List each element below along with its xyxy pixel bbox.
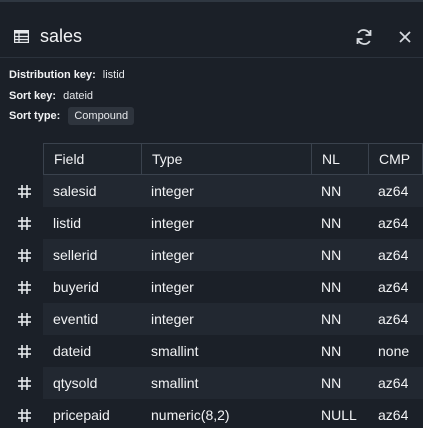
distribution-key: Distribution key: listid: [9, 69, 125, 81]
cell-type: smallint: [151, 343, 199, 359]
cell-field: dateid: [53, 343, 92, 359]
table-row[interactable]: sellerid integer NN az64: [0, 239, 423, 271]
column-header-nl[interactable]: NL: [311, 143, 368, 175]
row-cells: salesid integer NN az64: [43, 175, 423, 207]
cell-type: integer: [151, 311, 194, 327]
table-row[interactable]: salesid integer NN az64: [0, 175, 423, 207]
panel-header: sales: [0, 2, 423, 58]
cell-field: pricepaid: [53, 407, 110, 423]
cell-field: eventid: [53, 311, 99, 327]
cell-cmp: none: [378, 343, 410, 359]
cell-type: integer: [151, 183, 194, 199]
row-cells: sellerid integer NN az64: [43, 239, 423, 271]
cell-type: integer: [151, 247, 194, 263]
column-header-cmp[interactable]: CMP: [368, 143, 423, 175]
cell-type: numeric(8,2): [151, 407, 230, 423]
distribution-key-label: Distribution key:: [9, 69, 96, 81]
cell-nl: NULL: [321, 407, 357, 423]
table-row[interactable]: eventid integer NN az64: [0, 303, 423, 335]
cell-field: listid: [53, 215, 82, 231]
sort-key-value: dateid: [63, 90, 94, 102]
columns-table: Field Type NL CMP salesid integer NN az64 li…: [0, 143, 423, 428]
cell-nl: NN: [321, 375, 342, 391]
sort-type-badge: Compound: [68, 107, 135, 125]
cell-cmp: az64: [378, 311, 409, 327]
row-cells: qtysold smallint NN az64: [43, 367, 423, 399]
cell-nl: NN: [321, 311, 342, 327]
cell-type: smallint: [151, 375, 199, 391]
cell-field: qtysold: [53, 375, 98, 391]
table-row[interactable]: pricepaid numeric(8,2) NULL az64: [0, 399, 423, 428]
drag-handle-icon[interactable]: [18, 409, 31, 422]
row-cells: dateid smallint NN none: [43, 335, 423, 367]
cell-nl: NN: [321, 215, 342, 231]
sort-key: Sort key: dateid: [9, 90, 93, 102]
sort-type-label: Sort type:: [9, 110, 61, 122]
sort-type: Sort type: Compound: [9, 107, 135, 125]
row-cells: buyerid integer NN az64: [43, 271, 423, 303]
table-row[interactable]: dateid smallint NN none: [0, 335, 423, 367]
cell-type: integer: [151, 279, 194, 295]
drag-handle-icon[interactable]: [18, 185, 31, 198]
cell-cmp: az64: [378, 407, 409, 423]
drag-handle-icon[interactable]: [18, 313, 31, 326]
cell-cmp: az64: [378, 375, 409, 391]
table-header: Field Type NL CMP: [0, 143, 423, 175]
column-header-type[interactable]: Type: [141, 143, 311, 175]
row-cells: listid integer NN az64: [43, 207, 423, 239]
sort-key-label: Sort key:: [9, 90, 57, 102]
row-cells: pricepaid numeric(8,2) NULL az64: [43, 399, 423, 428]
cell-field: salesid: [53, 183, 97, 199]
drag-handle-icon[interactable]: [18, 281, 31, 294]
column-header-field[interactable]: Field: [43, 143, 141, 175]
table-row[interactable]: listid integer NN az64: [0, 207, 423, 239]
drag-handle-icon[interactable]: [18, 217, 31, 230]
cell-field: buyerid: [53, 279, 99, 295]
cell-nl: NN: [321, 343, 342, 359]
cell-cmp: az64: [378, 279, 409, 295]
drag-handle-icon[interactable]: [18, 345, 31, 358]
row-cells: eventid integer NN az64: [43, 303, 423, 335]
cell-nl: NN: [321, 183, 342, 199]
table-details-panel: sales Distribution key: listid Sort key: d…: [0, 0, 423, 428]
close-icon[interactable]: [396, 28, 414, 46]
distribution-key-value: listid: [102, 69, 125, 81]
refresh-icon[interactable]: [354, 27, 374, 47]
drag-handle-icon[interactable]: [18, 249, 31, 262]
table-row[interactable]: qtysold smallint NN az64: [0, 367, 423, 399]
table-icon: [14, 30, 29, 43]
table-row[interactable]: buyerid integer NN az64: [0, 271, 423, 303]
cell-cmp: az64: [378, 183, 409, 199]
cell-nl: NN: [321, 247, 342, 263]
page-title: sales: [40, 26, 83, 46]
table-body: salesid integer NN az64 listid integer NN az64 s…: [0, 175, 423, 428]
drag-handle-icon[interactable]: [18, 377, 31, 390]
cell-cmp: az64: [378, 215, 409, 231]
cell-cmp: az64: [378, 247, 409, 263]
cell-nl: NN: [321, 279, 342, 295]
cell-field: sellerid: [53, 247, 98, 263]
cell-type: integer: [151, 215, 194, 231]
